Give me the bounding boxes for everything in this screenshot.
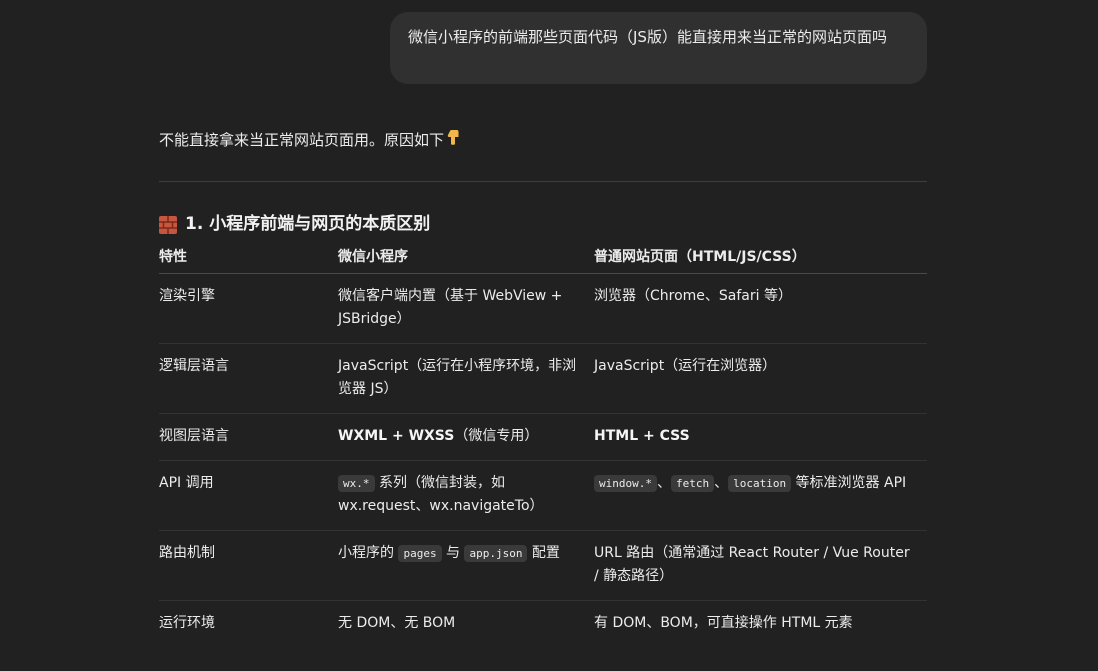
assistant-intro: 不能直接拿来当正常网站页面用。原因如下 [159,128,460,152]
user-message-text: 微信小程序的前端那些页面代码（JS版）能直接用来当正常的网站页面吗 [408,28,887,46]
row-miniprogram: WXML + WXSS（微信专用） [338,413,594,461]
row-web: 有 DOM、BOM，可直接操作 HTML 元素 [594,615,853,631]
row-web: JavaScript（运行在浏览器） [594,343,927,414]
inline-code: location [728,475,792,492]
row-feature: 视图层语言 [159,413,338,461]
row-miniprogram-bold: WXML + WXSS [338,428,455,444]
inline-code: pages [398,545,442,562]
pointing-down-hand-icon [446,128,460,152]
table-header-row: 特性 微信小程序 普通网站页面（HTML/JS/CSS） [159,242,927,274]
row-miniprogram: JavaScript（运行在小程序环境，非浏览器 JS） [338,343,594,414]
row-miniprogram: 小程序的 pages 与 app.json 配置 [338,530,594,601]
row-miniprogram-mid: 与 [441,545,465,561]
table-row: API 调用 wx.* 系列（微信封装，如 wx.request、wx.navi… [159,460,927,531]
inline-code: app.json [464,545,528,562]
row-web: URL 路由（通常通过 React Router / Vue Router / … [594,530,927,601]
row-miniprogram: wx.* 系列（微信封装，如 wx.request、wx.navigateTo） [338,460,594,531]
chat-page: 微信小程序的前端那些页面代码（JS版）能直接用来当正常的网站页面吗 不能直接拿来… [0,0,1098,671]
header-web: 普通网站页面（HTML/JS/CSS） [594,242,927,274]
header-feature: 特性 [159,242,338,274]
header-miniprogram: 微信小程序 [338,242,594,274]
section-heading: 1. 小程序前端与网页的本质区别 [159,210,430,238]
inline-code: wx.* [338,475,375,492]
row-web-rest: 等标准浏览器 API [791,475,907,491]
row-miniprogram-post: 配置 [527,545,560,561]
row-miniprogram: 微信客户端内置（基于 WebView + JSBridge） [338,273,594,344]
row-miniprogram-pre: 小程序的 [338,545,399,561]
row-web-bold: HTML + CSS [594,428,690,444]
inline-code: window.* [594,475,657,492]
row-web: window.*、 fetch、 location 等标准浏览器 API [594,460,927,531]
inline-code: fetch [670,475,715,492]
section-divider [159,181,927,182]
row-feature: 渲染引擎 [159,273,338,344]
separator: 、 [714,475,729,491]
comparison-table: 特性 微信小程序 普通网站页面（HTML/JS/CSS） 渲染引擎 微信客户端内… [159,242,927,647]
separator: 、 [656,475,671,491]
brick-icon [159,215,177,234]
table-row: 逻辑层语言 JavaScript（运行在小程序环境，非浏览器 JS） JavaS… [159,343,927,414]
row-feature: API 调用 [159,460,338,531]
assistant-intro-text: 不能直接拿来当正常网站页面用。原因如下 [159,131,445,149]
table-row: 路由机制 小程序的 pages 与 app.json 配置 URL 路由（通常通… [159,530,927,601]
row-miniprogram: 无 DOM、无 BOM [338,615,456,631]
table-row: 运行环境 无 DOM、无 BOM 有 DOM、BOM，可直接操作 HTML 元素 [159,601,927,648]
row-feature: 运行环境 [159,615,215,631]
row-feature: 路由机制 [159,530,338,601]
section-heading-text: 1. 小程序前端与网页的本质区别 [185,214,431,234]
row-web: 浏览器（Chrome、Safari 等） [594,273,927,344]
row-miniprogram-rest: （微信专用） [454,428,539,444]
row-web: HTML + CSS [594,413,927,461]
user-message-bubble: 微信小程序的前端那些页面代码（JS版）能直接用来当正常的网站页面吗 [390,12,927,84]
table-row: 渲染引擎 微信客户端内置（基于 WebView + JSBridge） 浏览器（… [159,273,927,344]
table-row: 视图层语言 WXML + WXSS（微信专用） HTML + CSS [159,413,927,461]
row-feature: 逻辑层语言 [159,343,338,414]
